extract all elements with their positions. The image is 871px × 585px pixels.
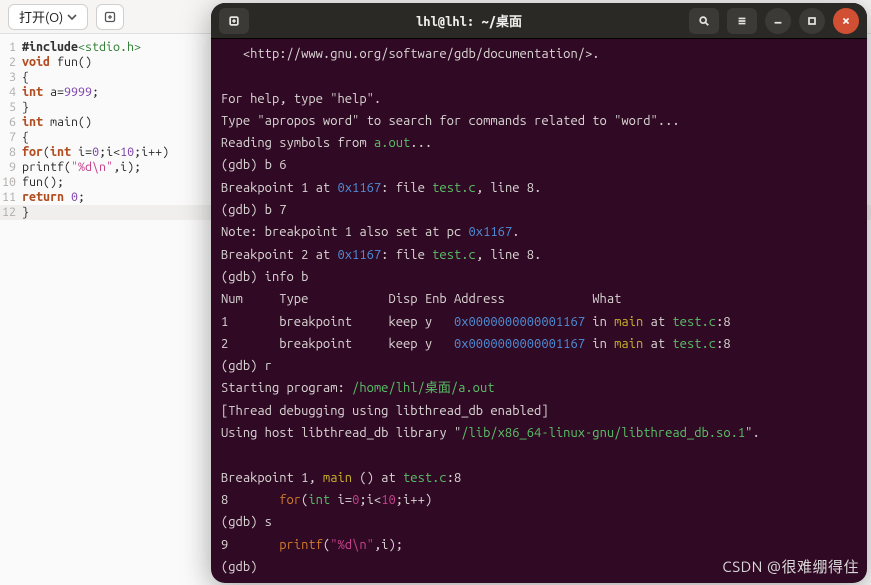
terminal-line: 2 breakpoint keep y 0x0000000000001167 i… bbox=[221, 333, 857, 355]
terminal-line: Breakpoint 1, main () at test.c:8 bbox=[221, 467, 857, 489]
window-maximize-button[interactable] bbox=[799, 8, 825, 34]
terminal-line: 9 printf("%d\n",i); bbox=[221, 534, 857, 556]
terminal-line: Type "apropos word" to search for comman… bbox=[221, 110, 857, 132]
open-button-label: 打开(O) bbox=[19, 7, 63, 26]
terminal-line bbox=[221, 65, 857, 87]
new-tab-button[interactable] bbox=[96, 4, 124, 30]
terminal-menu-button[interactable] bbox=[727, 8, 757, 34]
terminal-line: Breakpoint 2 at 0x1167: file test.c, lin… bbox=[221, 244, 857, 266]
line-number: 2 bbox=[0, 55, 22, 70]
chevron-down-icon bbox=[67, 12, 77, 22]
line-number: 8 bbox=[0, 145, 22, 160]
line-number: 12 bbox=[0, 205, 22, 220]
terminal-line: (gdb) bbox=[221, 556, 857, 578]
terminal-line bbox=[221, 444, 857, 466]
line-number: 4 bbox=[0, 85, 22, 100]
terminal-search-button[interactable] bbox=[689, 8, 719, 34]
terminal-title: lhl@lhl: ~/桌面 bbox=[255, 11, 683, 30]
terminal-line: (gdb) b 6 bbox=[221, 154, 857, 176]
terminal-line: <http://www.gnu.org/software/gdb/documen… bbox=[221, 43, 857, 65]
line-number: 5 bbox=[0, 100, 22, 115]
line-number: 1 bbox=[0, 40, 22, 55]
terminal-new-tab-button[interactable] bbox=[219, 8, 249, 34]
terminal-window: lhl@lhl: ~/桌面 <http://www.gnu.org/softwa… bbox=[211, 3, 867, 583]
terminal-line: Using host libthread_db library "/lib/x8… bbox=[221, 422, 857, 444]
terminal-line: Num Type Disp Enb Address What bbox=[221, 288, 857, 310]
terminal-line: Note: breakpoint 1 also set at pc 0x1167… bbox=[221, 221, 857, 243]
new-tab-icon bbox=[103, 10, 117, 24]
terminal-line: 8 for(int i=0;i<10;i++) bbox=[221, 489, 857, 511]
terminal-line: (gdb) s bbox=[221, 511, 857, 533]
terminal-line: [Thread debugging using libthread_db ena… bbox=[221, 400, 857, 422]
terminal-line: (gdb) info b bbox=[221, 266, 857, 288]
line-number: 3 bbox=[0, 70, 22, 85]
window-minimize-button[interactable] bbox=[765, 8, 791, 34]
line-number: 9 bbox=[0, 160, 22, 175]
terminal-body[interactable]: <http://www.gnu.org/software/gdb/documen… bbox=[211, 39, 867, 582]
terminal-line: Breakpoint 1 at 0x1167: file test.c, lin… bbox=[221, 177, 857, 199]
terminal-line: Starting program: /home/lhl/桌面/a.out bbox=[221, 377, 857, 399]
line-number: 10 bbox=[0, 175, 22, 190]
line-number: 11 bbox=[0, 190, 22, 205]
terminal-line: 1 breakpoint keep y 0x0000000000001167 i… bbox=[221, 311, 857, 333]
terminal-line: Reading symbols from a.out... bbox=[221, 132, 857, 154]
terminal-line: For help, type "help". bbox=[221, 88, 857, 110]
terminal-titlebar[interactable]: lhl@lhl: ~/桌面 bbox=[211, 3, 867, 39]
open-button[interactable]: 打开(O) bbox=[8, 4, 88, 30]
terminal-line: (gdb) b 7 bbox=[221, 199, 857, 221]
line-number: 6 bbox=[0, 115, 22, 130]
terminal-line: (gdb) r bbox=[221, 355, 857, 377]
window-close-button[interactable] bbox=[833, 8, 859, 34]
line-number: 7 bbox=[0, 130, 22, 145]
